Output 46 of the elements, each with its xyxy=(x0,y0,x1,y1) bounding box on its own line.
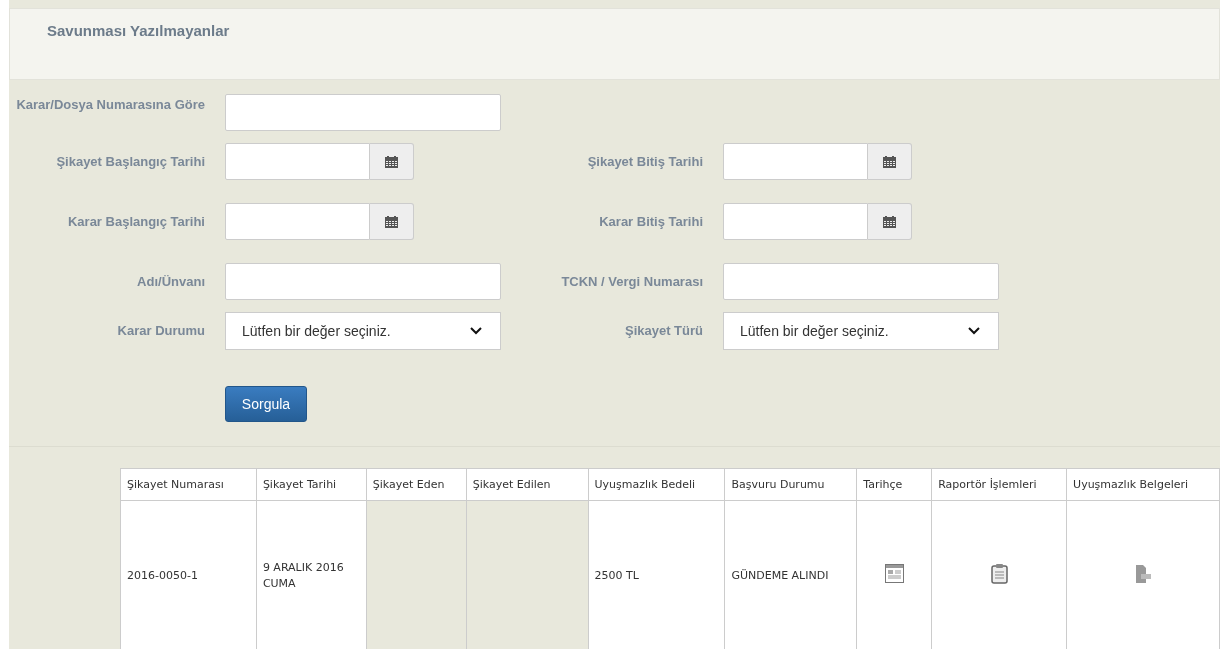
text-field[interactable] xyxy=(723,263,999,300)
column-header: Başvuru Durumu xyxy=(724,468,857,501)
calendar-icon xyxy=(385,215,398,228)
text-field[interactable] xyxy=(225,263,501,300)
column-header: Uyuşmazlık Bedeli xyxy=(588,468,725,501)
date-field[interactable] xyxy=(723,143,868,180)
calendar-icon xyxy=(883,215,896,228)
chevron-down-icon xyxy=(470,327,482,335)
date-field[interactable] xyxy=(225,203,370,240)
column-header: Uyuşmazlık Belgeleri xyxy=(1066,468,1220,501)
table-cell: 2500 TL xyxy=(594,569,639,582)
field-label: Karar Durumu xyxy=(117,323,205,338)
calendar-icon xyxy=(385,155,398,168)
column-header: Şikayet Tarihi xyxy=(256,468,367,501)
table-cell: 9 ARALIK 2016 CUMA xyxy=(262,561,344,590)
calendar-button[interactable] xyxy=(868,203,912,240)
document-icon[interactable] xyxy=(884,564,904,583)
table-cell: GÜNDEME ALINDI xyxy=(731,569,829,582)
field-label: Şikayet Türü xyxy=(624,323,703,338)
file-icon[interactable] xyxy=(1135,564,1152,583)
field-label: Adı/Ünvanı xyxy=(137,273,205,289)
column-header: Şikayet Edilen xyxy=(466,468,589,501)
calendar-button[interactable] xyxy=(370,203,414,240)
field-label: Karar Başlangıç Tarihi xyxy=(67,213,205,229)
select-dropdown[interactable]: Lütfen bir değer seçiniz. xyxy=(225,312,501,350)
date-field[interactable] xyxy=(225,143,370,180)
calendar-icon xyxy=(883,155,896,168)
column-header: Tarihçe xyxy=(856,468,932,501)
field-label: Şikayet Bitiş Tarihi xyxy=(587,153,703,169)
calendar-button[interactable] xyxy=(370,143,414,180)
clipboard-icon[interactable] xyxy=(990,563,1008,584)
select-dropdown[interactable]: Lütfen bir değer seçiniz. xyxy=(723,312,999,350)
field-label: Şikayet Başlangıç Tarihi xyxy=(56,153,205,169)
column-header: Şikayet Eden xyxy=(366,468,467,501)
calendar-button[interactable] xyxy=(868,143,912,180)
field-label: Karar/Dosya Numarasına Göre xyxy=(16,97,205,112)
chevron-down-icon xyxy=(968,327,980,335)
query-button[interactable]: Sorgula xyxy=(225,386,307,422)
page-title: Savunması Yazılmayanlar xyxy=(47,22,230,39)
column-header: Şikayet Numarası xyxy=(120,468,257,501)
field-label: TCKN / Vergi Numarası xyxy=(561,273,703,289)
column-header: Raportör İşlemleri xyxy=(931,468,1067,501)
date-field[interactable] xyxy=(723,203,868,240)
text-field[interactable] xyxy=(225,94,501,131)
field-label: Karar Bitiş Tarihi xyxy=(599,213,703,229)
table-cell: 2016-0050-1 xyxy=(127,569,198,582)
